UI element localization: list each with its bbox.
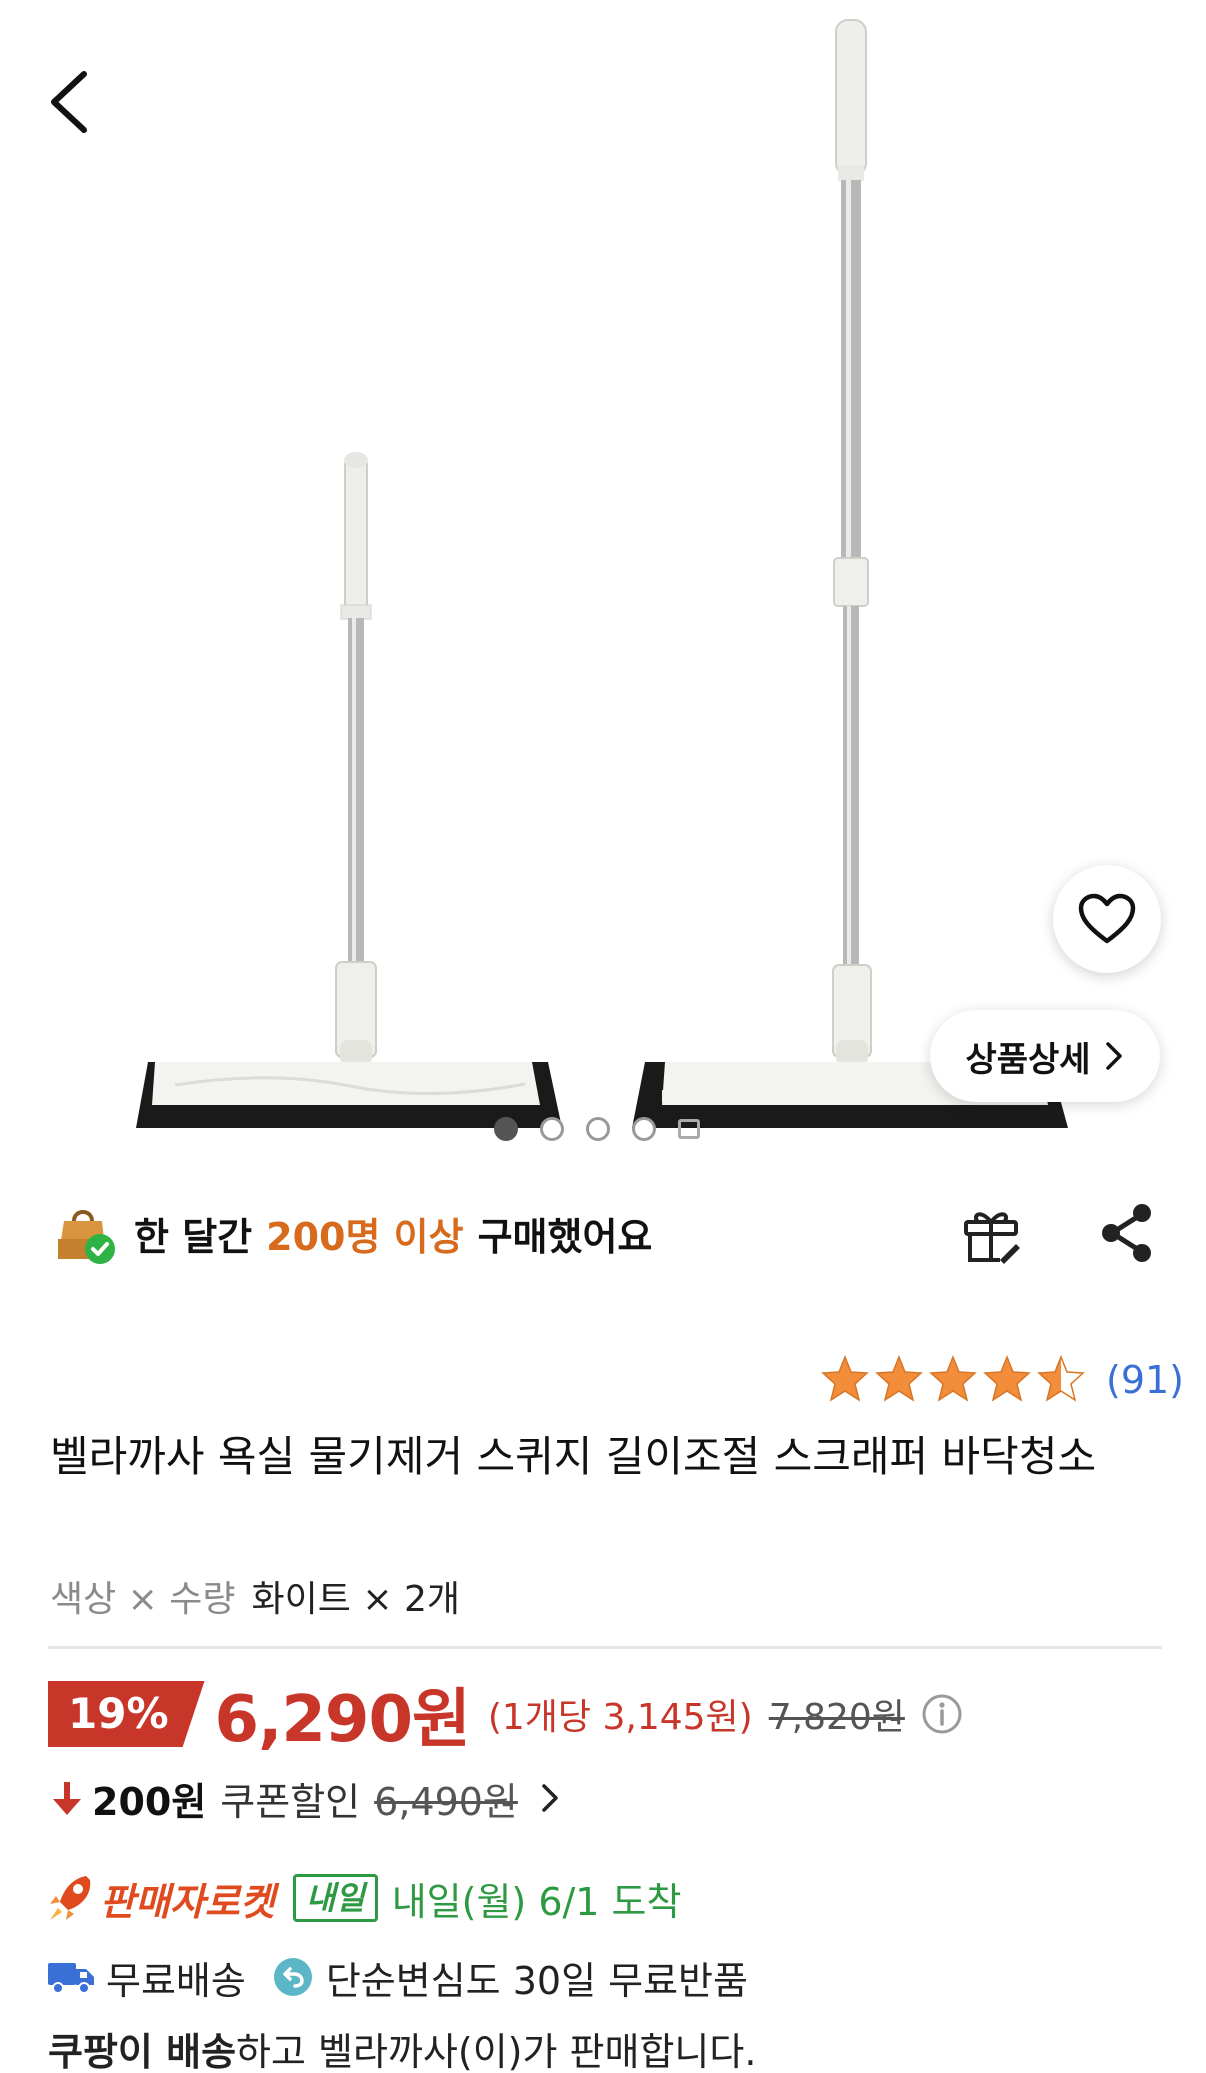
info-icon[interactable]	[921, 1693, 963, 1735]
purchase-count-banner: 한 달간 200명 이상 구매했어요	[50, 1198, 652, 1268]
purchase-prefix: 한 달간	[134, 1214, 253, 1259]
review-count[interactable]: (91)	[1106, 1358, 1184, 1402]
chevron-left-icon	[51, 71, 87, 133]
seller-delivery-bold: 쿠팡이 배송	[48, 2029, 237, 2073]
delivery-row: 판매자로켓 내일 내일(월) 6/1 도착	[46, 1866, 681, 1930]
tomorrow-badge: 내일	[292, 1874, 378, 1922]
shopping-bag-check-icon	[58, 1210, 115, 1264]
seller-delivery-rest: 하고 벨라까사(이)가 판매합니다.	[236, 2029, 757, 2073]
coupon-label: 쿠폰할인	[220, 1779, 361, 1824]
heart-icon	[1078, 893, 1136, 944]
free-return-label: 단순변심도 30일 무료반품	[325, 1958, 748, 2003]
product-detail-label: 상품상세	[965, 1039, 1091, 1080]
unit-price: (1개당 3,145원)	[487, 1697, 753, 1738]
seller-info: 쿠팡이 배송 하고 벨라까사(이)가 판매합니다.	[48, 2018, 756, 2073]
gallery-dot[interactable]	[540, 1117, 564, 1141]
chevron-right-icon	[542, 1784, 558, 1812]
rating[interactable]: (91)	[820, 1353, 1184, 1407]
truck-icon	[48, 1963, 94, 1994]
gift-icon	[964, 1212, 1020, 1264]
gallery-dot[interactable]	[494, 1117, 518, 1141]
product-gallery[interactable]: 상품상세	[0, 0, 1206, 1160]
chevron-right-icon	[1105, 1042, 1122, 1070]
arrow-down-icon	[53, 1782, 81, 1815]
coupon-discount-row[interactable]: 200원 쿠폰할인 6,490원	[50, 1766, 566, 1830]
product-detail-button[interactable]: 상품상세	[930, 1010, 1160, 1102]
gift-button[interactable]	[960, 1200, 1022, 1266]
original-price: 7,820원	[768, 1697, 905, 1738]
divider	[48, 1646, 1162, 1649]
purchase-suffix: 구매했어요	[477, 1214, 653, 1259]
price-row: 19% 6,290원 (1개당 3,145원) 7,820원	[48, 1676, 963, 1757]
video-icon[interactable]	[678, 1119, 700, 1139]
option-value: 화이트 × 2개	[251, 1579, 460, 1620]
sale-price: 6,290원	[214, 1683, 471, 1757]
back-button[interactable]	[44, 68, 96, 136]
gallery-dot[interactable]	[586, 1117, 610, 1141]
rocket-icon	[50, 1876, 91, 1920]
product-image	[136, 19, 1068, 1128]
rocket-label: 판매자로켓	[100, 1879, 275, 1924]
option-label: 색상 × 수량	[50, 1579, 236, 1620]
share-icon	[1102, 1204, 1151, 1262]
free-shipping-label: 무료배송	[106, 1958, 246, 2003]
shipping-return-row: 무료배송 단순변심도 30일 무료반품	[46, 1946, 748, 2008]
return-icon	[273, 1958, 312, 1996]
gallery-dot[interactable]	[632, 1117, 656, 1141]
coupon-amount: 200원	[92, 1779, 207, 1824]
purchase-highlight: 200명 이상	[266, 1214, 464, 1259]
selected-option[interactable]: 색상 × 수량 화이트 × 2개	[50, 1570, 460, 1622]
star-rating-icon	[821, 1354, 1085, 1402]
gallery-pagination	[494, 1117, 700, 1141]
arrival-date: 내일(월) 6/1 도착	[391, 1879, 682, 1924]
product-title: 벨라까사 욕실 물기제거 스퀴지 길이조절 스크래퍼 바닥청소	[50, 1432, 1097, 1481]
discount-badge: 19%	[48, 1681, 205, 1747]
wishlist-button[interactable]	[1053, 865, 1161, 973]
share-button[interactable]	[1098, 1202, 1156, 1264]
coupon-original-price: 6,490원	[374, 1779, 518, 1824]
